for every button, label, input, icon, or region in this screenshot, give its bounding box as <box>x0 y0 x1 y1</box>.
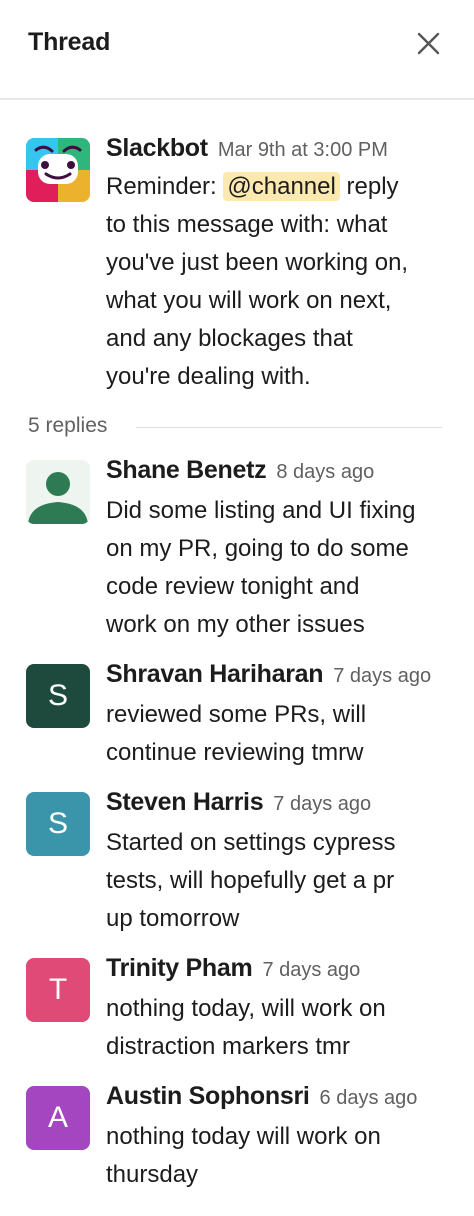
message-line: Reminder: @channel reply <box>106 168 458 206</box>
message-body: nothing today will work on thursday <box>106 1118 458 1194</box>
author-name[interactable]: Shane Benetz <box>106 456 267 484</box>
thread-title: Thread <box>28 28 111 56</box>
message-line: nothing today will work on <box>106 1123 381 1150</box>
author-name[interactable]: Slackbot <box>106 134 208 162</box>
message-line: you've just been working on, <box>106 249 409 276</box>
avatar[interactable]: S <box>26 664 90 728</box>
message-line: on my PR, going to do some <box>106 535 409 562</box>
message-line: reviewed some PRs, will <box>106 701 367 728</box>
timestamp[interactable]: 6 days ago <box>320 1087 418 1109</box>
message-meta: Trinity Pham 7 days ago <box>106 954 360 983</box>
message-line: Did some listing and UI fixing <box>106 497 416 524</box>
avatar-letter: S <box>47 679 68 712</box>
message-meta: Shane Benetz 8 days ago <box>106 456 374 485</box>
timestamp[interactable]: 7 days ago <box>273 793 371 815</box>
avatar-letter: A <box>47 1101 68 1134</box>
message-line: to this message with: what <box>106 211 388 238</box>
avatar[interactable]: A <box>26 1086 90 1150</box>
avatar[interactable]: T <box>26 958 90 1022</box>
avatar[interactable]: S <box>26 792 90 856</box>
message-line: you're dealing with. <box>106 363 311 390</box>
message-line: thursday <box>106 1161 199 1188</box>
slackbot-avatar-icon[interactable] <box>26 138 90 202</box>
message-text: Reminder: <box>106 173 217 200</box>
message-line: Started on settings cypress <box>106 829 396 856</box>
message-body: nothing today, will work on distraction … <box>106 990 458 1066</box>
person-icon <box>26 460 90 524</box>
avatar[interactable] <box>26 460 90 524</box>
replies-divider: 5 replies <box>28 414 442 444</box>
message-text: reply <box>346 173 399 200</box>
author-name[interactable]: Austin Sophonsri <box>106 1082 310 1110</box>
message-meta: Steven Harris 7 days ago <box>106 788 371 817</box>
channel-mention[interactable]: @channel <box>223 172 340 201</box>
message-meta: Austin Sophonsri 6 days ago <box>106 1082 417 1111</box>
message-meta: Shravan Hariharan 7 days ago <box>106 660 431 689</box>
avatar-letter: T <box>48 973 68 1006</box>
author-name[interactable]: Steven Harris <box>106 788 264 816</box>
timestamp[interactable]: 7 days ago <box>262 959 360 981</box>
replies-count: 5 replies <box>28 414 108 437</box>
message-body: reviewed some PRs, will continue reviewi… <box>106 696 458 772</box>
close-button[interactable] <box>410 26 446 62</box>
close-icon <box>417 32 440 55</box>
message-body: Started on settings cypress tests, will … <box>106 824 458 938</box>
author-name[interactable]: Trinity Pham <box>106 954 253 982</box>
message-line: what you will work on next, <box>106 287 392 314</box>
timestamp[interactable]: 8 days ago <box>276 461 374 483</box>
timestamp[interactable]: Mar 9th at 3:00 PM <box>218 139 388 161</box>
divider-line <box>136 427 442 428</box>
message-body: Did some listing and UI fixing on my PR,… <box>106 492 458 644</box>
message-line: up tomorrow <box>106 905 240 932</box>
message-line: work on my other issues <box>106 611 365 638</box>
message-line: nothing today, will work on <box>106 995 386 1022</box>
timestamp[interactable]: 7 days ago <box>333 665 431 687</box>
message-line: tests, will hopefully get a pr <box>106 867 395 894</box>
message-line: distraction markers tmr <box>106 1033 351 1060</box>
message-line: and any blockages that <box>106 325 353 352</box>
avatar-letter: S <box>47 807 68 840</box>
author-name[interactable]: Shravan Hariharan <box>106 660 324 688</box>
message-body: Reminder: @channel reply to this message… <box>106 168 458 396</box>
thread-header: Thread <box>0 0 474 100</box>
message-line: continue reviewing tmrw <box>106 739 364 766</box>
message-line: code review tonight and <box>106 573 360 600</box>
message-meta: Slackbot Mar 9th at 3:00 PM <box>106 134 388 163</box>
